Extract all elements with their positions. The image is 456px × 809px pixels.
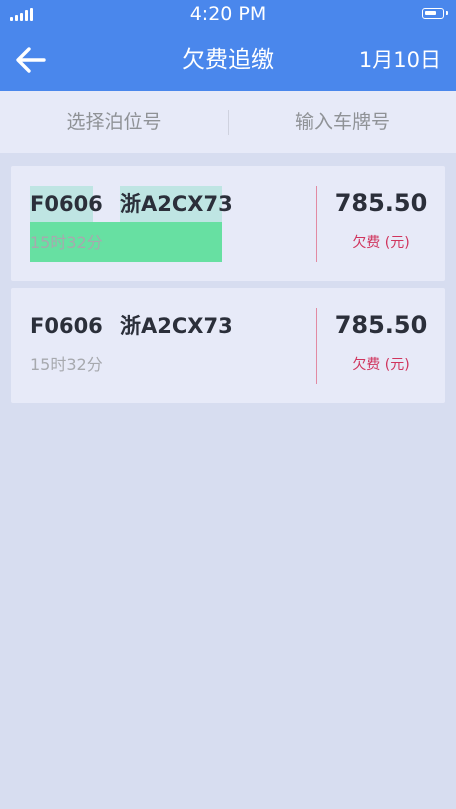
space-number: F0606: [30, 192, 103, 216]
plate-number: 浙A2CX73: [120, 314, 233, 338]
date-selector[interactable]: 1月10日: [359, 46, 441, 74]
plate-number: 浙A2CX73: [120, 192, 233, 216]
space-number: F0606: [30, 314, 103, 338]
plate-input[interactable]: 输入车牌号: [229, 91, 456, 153]
berth-select[interactable]: 选择泊位号: [0, 91, 228, 153]
arrears-card[interactable]: F0606 浙A2CX73 15时32分 785.50 欠费 (元): [11, 288, 445, 403]
filter-bar: 选择泊位号 输入车牌号: [0, 91, 456, 153]
arrears-card[interactable]: F0606 浙A2CX73 15时32分 785.50 欠费 (元): [11, 166, 445, 281]
parking-duration: 15时32分: [30, 355, 103, 374]
arrears-amount: 785.50: [334, 311, 428, 339]
parking-duration: 15时32分: [30, 233, 103, 252]
nav-bar: 欠费追缴 1月10日: [0, 30, 456, 91]
arrears-label: 欠费 (元): [352, 235, 410, 251]
status-time: 4:20 PM: [189, 3, 267, 25]
status-bar: 4:20 PM: [0, 0, 456, 30]
arrears-label: 欠费 (元): [352, 357, 410, 373]
arrears-amount: 785.50: [334, 189, 428, 217]
battery-icon: [422, 8, 448, 19]
